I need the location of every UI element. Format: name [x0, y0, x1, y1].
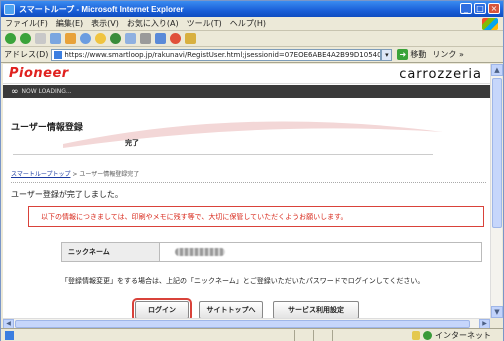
page-subtitle: 完了	[125, 139, 139, 147]
nickname-table: ニックネーム	[61, 242, 482, 262]
blurred-text	[175, 248, 225, 256]
history-icon[interactable]	[110, 33, 121, 44]
window-controls: _ □ ×	[460, 3, 500, 14]
home-icon[interactable]	[65, 33, 76, 44]
completion-message: ユーザー登録が完了しました。	[11, 190, 123, 199]
service-settings-button[interactable]: サービス利用設定	[273, 301, 359, 319]
horizontal-scroll-thumb[interactable]	[15, 320, 470, 328]
loop-icon: ∞	[11, 86, 19, 97]
address-bar: アドレス(D) https://www.smartloop.jp/rakunav…	[1, 47, 503, 63]
edit-icon[interactable]	[155, 33, 166, 44]
horizontal-scrollbar[interactable]: ◀ ▶	[3, 318, 490, 329]
menu-favorites[interactable]: お気に入り(A)	[127, 18, 179, 29]
status-divider	[313, 329, 314, 341]
status-divider	[294, 329, 295, 341]
refresh-icon[interactable]	[50, 33, 61, 44]
minimize-button[interactable]: _	[460, 3, 472, 14]
status-divider	[332, 329, 333, 341]
lock-icon	[412, 330, 420, 340]
breadcrumb-current: ユーザー情報登録完了	[79, 171, 140, 178]
go-label: 移動	[410, 50, 427, 59]
login-button[interactable]: ログイン	[132, 298, 192, 322]
mail-icon[interactable]	[125, 33, 136, 44]
vertical-scrollbar[interactable]: ▲ ▼	[490, 64, 503, 318]
windows-logo-icon	[482, 18, 498, 30]
notice-box: 以下の情報につきましては、印刷やメモに残す等で、大切に保管していただくようお願い…	[28, 206, 484, 227]
menu-bar: ファイル(F) 編集(E) 表示(V) お気に入り(A) ツール(T) ヘルプ(…	[1, 17, 503, 31]
messenger-icon[interactable]	[170, 33, 181, 44]
maximize-button[interactable]: □	[474, 3, 486, 14]
nickname-label: ニックネーム	[62, 243, 160, 261]
window-title: スマートループ - Microsoft Internet Explorer	[19, 4, 184, 14]
go-arrow-icon: ➜	[397, 49, 409, 60]
page-icon	[54, 50, 63, 59]
address-url: https://www.smartloop.jp/rakunavi/Regist…	[64, 50, 382, 59]
address-label: アドレス(D)	[4, 50, 49, 59]
menu-tools[interactable]: ツール(T)	[187, 18, 222, 29]
internet-explorer-icon	[4, 3, 15, 15]
scroll-up-icon[interactable]: ▲	[491, 64, 503, 76]
loading-text: NOW LOADING...	[21, 88, 72, 95]
notice-text: 以下の情報につきましては、印刷やメモに残す等で、大切に保管していただくようお願い…	[41, 212, 348, 221]
title-divider	[13, 154, 433, 155]
close-button[interactable]: ×	[488, 3, 500, 14]
security-zone: インターネット	[412, 330, 491, 341]
address-input[interactable]: https://www.smartloop.jp/rakunavi/Regist…	[51, 48, 382, 61]
nickname-value-blurred	[160, 243, 481, 261]
menu-view[interactable]: 表示(V)	[91, 18, 119, 29]
menu-file[interactable]: ファイル(F)	[5, 18, 48, 29]
carrozzeria-logo[interactable]: carrozzeria	[399, 67, 482, 82]
internet-zone-icon	[423, 330, 432, 340]
status-page-icon	[5, 330, 14, 340]
page-title: ユーザー情報登録	[11, 123, 83, 133]
login-info-text: 「登録情報変更」をする場合は、上記の「ニックネーム」とご登録いただいたパスワード…	[61, 277, 425, 285]
zone-label: インターネット	[435, 330, 491, 340]
page-viewport: Pioneer carrozzeria ∞ NOW LOADING... ユーザ…	[3, 64, 490, 326]
links-button[interactable]: リンク »	[432, 49, 463, 60]
forward-icon[interactable]	[20, 33, 31, 44]
address-dropdown-icon[interactable]: ▾	[381, 48, 393, 61]
menu-edit[interactable]: 編集(E)	[56, 18, 83, 29]
loading-banner: ∞ NOW LOADING...	[3, 85, 490, 98]
stop-icon[interactable]	[35, 33, 46, 44]
search-icon[interactable]	[80, 33, 91, 44]
brand-header: Pioneer carrozzeria	[3, 64, 490, 84]
breadcrumb-separator: >	[70, 171, 80, 178]
swoosh-shape	[63, 121, 443, 148]
favorites-icon[interactable]	[95, 33, 106, 44]
menu-help[interactable]: ヘルプ(H)	[230, 18, 266, 29]
breadcrumb-divider	[11, 182, 486, 183]
status-bar: インターネット	[1, 328, 503, 341]
title-bar[interactable]: スマートループ - Microsoft Internet Explorer _ …	[1, 1, 503, 17]
print-icon[interactable]	[140, 33, 151, 44]
vertical-scroll-thumb[interactable]	[492, 78, 502, 228]
breadcrumb: スマートループトップ > ユーザー情報登録完了	[11, 169, 139, 178]
site-top-button[interactable]: サイトトップへ	[199, 301, 263, 319]
toolbar	[1, 31, 503, 47]
decorative-swoosh	[63, 121, 443, 148]
breadcrumb-top-link[interactable]: スマートループトップ	[11, 171, 70, 178]
research-icon[interactable]	[185, 33, 196, 44]
browser-window: スマートループ - Microsoft Internet Explorer _ …	[0, 0, 504, 341]
pioneer-logo[interactable]: Pioneer	[9, 66, 69, 81]
back-icon[interactable]	[5, 33, 16, 44]
scroll-down-icon[interactable]: ▼	[491, 306, 503, 318]
go-button[interactable]: ➜ 移動	[397, 49, 426, 60]
